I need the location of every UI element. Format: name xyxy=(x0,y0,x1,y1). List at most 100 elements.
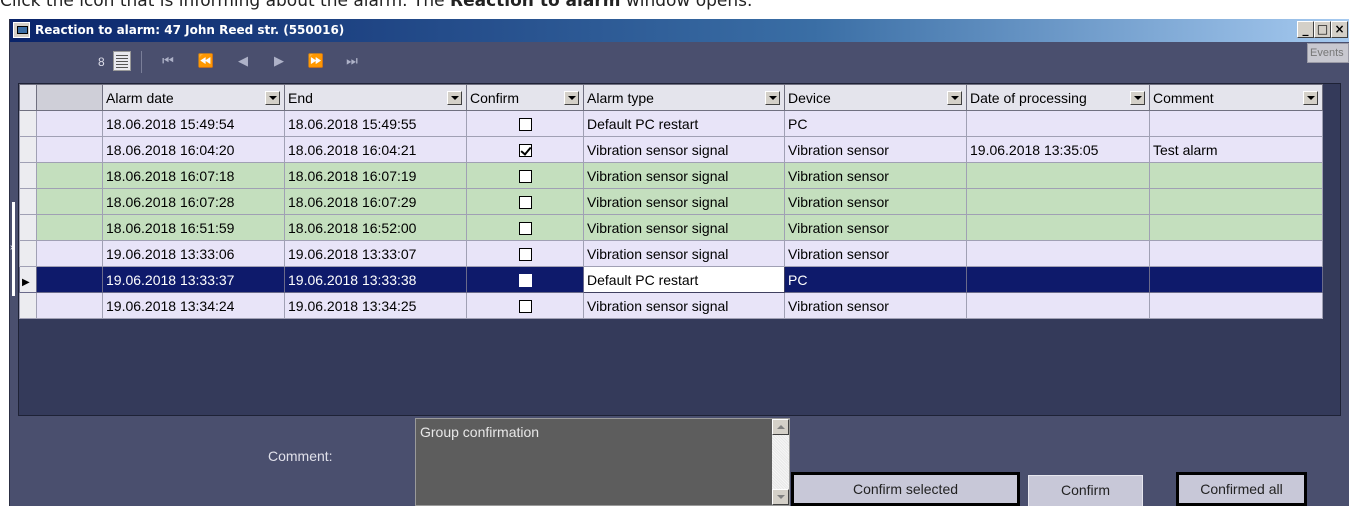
cell-alarm-type[interactable]: Default PC restart xyxy=(583,266,785,293)
cell-alarm-date[interactable]: 18.06.2018 16:04:20 xyxy=(102,136,285,163)
table-row[interactable]: 19.06.2018 13:34:24 19.06.2018 13:34:25 … xyxy=(19,292,1323,319)
row-indicator[interactable] xyxy=(19,188,37,215)
cell-device[interactable]: Vibration sensor xyxy=(784,136,967,163)
row-indicator[interactable] xyxy=(19,214,37,241)
previous-record-button[interactable]: ◀ xyxy=(231,51,253,73)
cell-device[interactable]: Vibration sensor xyxy=(784,214,967,241)
cell-date-of-processing[interactable]: 19.06.2018 13:35:05 xyxy=(966,136,1150,163)
filter-dropdown-icon[interactable] xyxy=(1130,91,1145,105)
confirm-checkbox-checked[interactable] xyxy=(518,144,532,158)
cell-end[interactable]: 18.06.2018 16:52:00 xyxy=(284,214,467,241)
table-row[interactable]: 18.06.2018 16:07:28 18.06.2018 16:07:29 … xyxy=(19,188,1323,215)
confirm-checkbox[interactable] xyxy=(518,118,532,132)
confirm-button[interactable]: Confirm xyxy=(1028,475,1143,506)
cell-alarm-type[interactable]: Vibration sensor signal xyxy=(583,240,785,267)
column-header-end[interactable]: End xyxy=(284,84,467,111)
cell-alarm-date[interactable]: 19.06.2018 13:33:06 xyxy=(102,240,285,267)
table-row[interactable]: 18.06.2018 16:07:18 18.06.2018 16:07:19 … xyxy=(19,162,1323,189)
cell-end[interactable]: 18.06.2018 16:04:21 xyxy=(284,136,467,163)
cell-alarm-type[interactable]: Vibration sensor signal xyxy=(583,136,785,163)
confirm-checkbox[interactable] xyxy=(518,222,532,236)
next-record-button[interactable]: ▶ xyxy=(267,51,289,73)
cell-end[interactable]: 18.06.2018 15:49:55 xyxy=(284,110,467,137)
window-titlebar[interactable]: Reaction to alarm: 47 John Reed str. (55… xyxy=(10,19,1349,42)
cell-comment[interactable] xyxy=(1149,266,1323,293)
row-indicator[interactable] xyxy=(19,162,37,189)
cell-confirm[interactable] xyxy=(466,162,584,189)
last-record-button[interactable]: ⏭ xyxy=(340,51,362,73)
confirm-checkbox[interactable] xyxy=(518,248,532,262)
cell-confirm[interactable] xyxy=(466,214,584,241)
cell-end[interactable]: 18.06.2018 16:07:19 xyxy=(284,162,467,189)
filter-dropdown-icon[interactable] xyxy=(947,91,962,105)
cell-alarm-date[interactable]: 18.06.2018 16:07:18 xyxy=(102,162,285,189)
confirm-checkbox[interactable] xyxy=(518,300,532,314)
row-indicator[interactable] xyxy=(19,240,37,267)
cell-confirm[interactable] xyxy=(466,266,584,293)
cell-comment[interactable] xyxy=(1149,110,1323,137)
scroll-up-icon[interactable] xyxy=(772,419,789,435)
cell-alarm-date[interactable]: 19.06.2018 13:34:24 xyxy=(102,292,285,319)
confirmed-all-button[interactable]: Confirmed all xyxy=(1176,472,1307,506)
cell-comment[interactable] xyxy=(1149,188,1323,215)
cell-date-of-processing[interactable] xyxy=(966,214,1150,241)
cell-confirm[interactable] xyxy=(466,110,584,137)
column-header-device[interactable]: Device xyxy=(784,84,967,111)
confirm-checkbox[interactable] xyxy=(518,196,532,210)
table-row[interactable]: 18.06.2018 15:49:54 18.06.2018 15:49:55 … xyxy=(19,110,1323,137)
confirm-checkbox[interactable] xyxy=(518,274,532,288)
next-page-button[interactable]: ⏩ xyxy=(304,51,326,73)
cell-device[interactable]: PC xyxy=(784,110,967,137)
cell-comment[interactable] xyxy=(1149,240,1323,267)
cell-device[interactable]: Vibration sensor xyxy=(784,188,967,215)
filter-dropdown-icon[interactable] xyxy=(265,91,280,105)
confirm-selected-button[interactable]: Confirm selected xyxy=(791,472,1020,506)
cell-date-of-processing[interactable] xyxy=(966,266,1150,293)
cell-alarm-date[interactable]: 19.06.2018 13:33:37 xyxy=(102,266,285,293)
window-app-icon[interactable] xyxy=(13,22,30,38)
filter-dropdown-icon[interactable] xyxy=(564,91,579,105)
cell-date-of-processing[interactable] xyxy=(966,292,1150,319)
table-row[interactable]: 18.06.2018 16:04:20 18.06.2018 16:04:21 … xyxy=(19,136,1323,163)
cell-end[interactable]: 19.06.2018 13:33:07 xyxy=(284,240,467,267)
cell-alarm-type[interactable]: Vibration sensor signal xyxy=(583,188,785,215)
row-indicator[interactable] xyxy=(19,110,37,137)
cell-device[interactable]: Vibration sensor xyxy=(784,240,967,267)
cell-date-of-processing[interactable] xyxy=(966,188,1150,215)
cell-device[interactable]: PC xyxy=(784,266,967,293)
cell-comment[interactable] xyxy=(1149,292,1323,319)
table-row[interactable]: 18.06.2018 16:51:59 18.06.2018 16:52:00 … xyxy=(19,214,1323,241)
cell-alarm-date[interactable]: 18.06.2018 16:07:28 xyxy=(102,188,285,215)
cell-date-of-processing[interactable] xyxy=(966,110,1150,137)
column-header-alarm-type[interactable]: Alarm type xyxy=(583,84,785,111)
cell-confirm[interactable] xyxy=(466,292,584,319)
cell-alarm-type[interactable]: Vibration sensor signal xyxy=(583,214,785,241)
cell-end[interactable]: 19.06.2018 13:34:25 xyxy=(284,292,467,319)
comment-textarea[interactable]: Group confirmation xyxy=(415,418,790,506)
filter-dropdown-icon[interactable] xyxy=(1303,91,1318,105)
previous-page-button[interactable]: ⏪ xyxy=(194,51,216,73)
cell-end[interactable]: 18.06.2018 16:07:29 xyxy=(284,188,467,215)
table-row-selected[interactable]: ▶ 19.06.2018 13:33:37 19.06.2018 13:33:3… xyxy=(19,266,1323,293)
confirm-checkbox[interactable] xyxy=(518,170,532,184)
cell-alarm-type[interactable]: Default PC restart xyxy=(583,110,785,137)
cell-alarm-type[interactable]: Vibration sensor signal xyxy=(583,292,785,319)
row-indicator[interactable]: ▶ xyxy=(19,266,37,293)
column-header-alarm-date[interactable]: Alarm date xyxy=(102,84,285,111)
close-button[interactable]: × xyxy=(1331,21,1348,38)
cell-comment[interactable]: Test alarm xyxy=(1149,136,1323,163)
cell-confirm[interactable] xyxy=(466,188,584,215)
cell-date-of-processing[interactable] xyxy=(966,162,1150,189)
maximize-button[interactable]: □ xyxy=(1314,21,1331,38)
row-indicator[interactable] xyxy=(19,292,37,319)
cell-comment[interactable] xyxy=(1149,214,1323,241)
scroll-down-icon[interactable] xyxy=(772,489,789,505)
cell-date-of-processing[interactable] xyxy=(966,240,1150,267)
cell-alarm-date[interactable]: 18.06.2018 15:49:54 xyxy=(102,110,285,137)
filter-dropdown-icon[interactable] xyxy=(765,91,780,105)
column-header-comment[interactable]: Comment xyxy=(1149,84,1323,111)
cell-end[interactable]: 19.06.2018 13:33:38 xyxy=(284,266,467,293)
cell-confirm[interactable] xyxy=(466,136,584,163)
column-header-confirm[interactable]: Confirm xyxy=(466,84,584,111)
cell-device[interactable]: Vibration sensor xyxy=(784,162,967,189)
